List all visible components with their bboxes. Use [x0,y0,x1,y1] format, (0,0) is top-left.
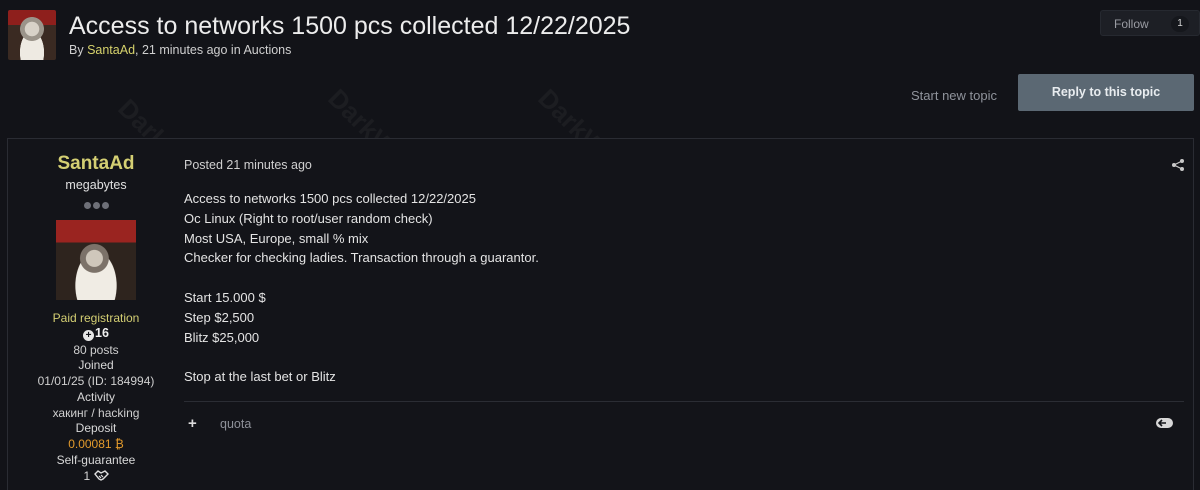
post-timestamp[interactable]: Posted 21 minutes ago [184,158,312,172]
post-line: Access to networks 1500 pcs collected 12… [184,191,476,206]
post-line: Blitz $25,000 [184,329,260,345]
activity-value: хакинг / hacking [52,406,140,420]
byline-forum-link[interactable]: Auctions [243,43,291,57]
rank-dots [82,196,112,209]
joined-label: Joined [78,358,114,372]
byline-author-link[interactable]: SantaAd [87,43,135,57]
topic-byline: By SantaAd, 21 minutes ago in Auctions [69,43,291,57]
post-divider [184,401,1184,402]
reputation-value: 16 [95,326,109,340]
handshake-icon [93,470,109,481]
post-author-name[interactable]: SantaAd [8,153,184,175]
byline-prefix: By [69,43,88,57]
share-icon[interactable] [1171,158,1185,172]
follow-label: Follow [1114,17,1149,31]
byline-time: , 21 minutes ago in [135,43,244,57]
post-line [184,268,539,288]
start-new-topic-link[interactable]: Start new topic [911,88,997,103]
topic-header: Access to networks 1500 pcs collected 12… [8,10,1200,70]
post-line: Start 15.000 $ [184,289,266,305]
reply-to-topic-button[interactable]: Reply to this topic [1018,74,1194,111]
self-guarantee-value: 1 [8,469,184,483]
quote-button[interactable]: quota [220,417,251,431]
joined-value: 01/01/25 (ID: 184994) [37,374,155,388]
reputation-plus-icon: + [83,330,95,341]
follow-button[interactable]: Follow 1 [1100,10,1200,36]
self-guarantee-label: Self-guarantee [56,453,136,467]
deposit-label: Deposit [75,421,117,435]
topic-title: Access to networks 1500 pcs collected 12… [69,12,631,40]
activity-label: Activity [76,390,115,404]
author-avatar-small[interactable] [8,10,56,60]
reputation-badge[interactable]: +16 [8,326,184,341]
post-body: Access to networks 1500 pcs collected 12… [184,189,539,387]
post: SantaAd megabytes Paid registration +16 … [7,138,1194,490]
author-avatar[interactable] [56,220,136,300]
post-content: Posted 21 minutes ago Access to networks… [184,139,1188,490]
follow-count-badge: 1 [1171,16,1189,32]
deposit-value: 0.00081 ₿ [68,437,124,451]
post-line: Oc Linux (Right to root/user random chec… [184,210,433,226]
post-line: Step $2,500 [184,309,255,325]
author-group: Paid registration [52,311,140,325]
post-line: Most USA, Europe, small % mix [184,230,369,246]
author-post-count[interactable]: 80 posts [8,343,184,357]
post-line: Stop at the last bet or Blitz [184,369,336,385]
self-guarantee-count: 1 [83,469,91,483]
post-line [184,347,539,367]
author-rank: megabytes [65,178,127,192]
plus-icon[interactable]: + [188,415,197,432]
multi-quote-icon[interactable] [1156,417,1176,429]
post-line: Checker for checking ladies. Transaction… [184,250,539,266]
